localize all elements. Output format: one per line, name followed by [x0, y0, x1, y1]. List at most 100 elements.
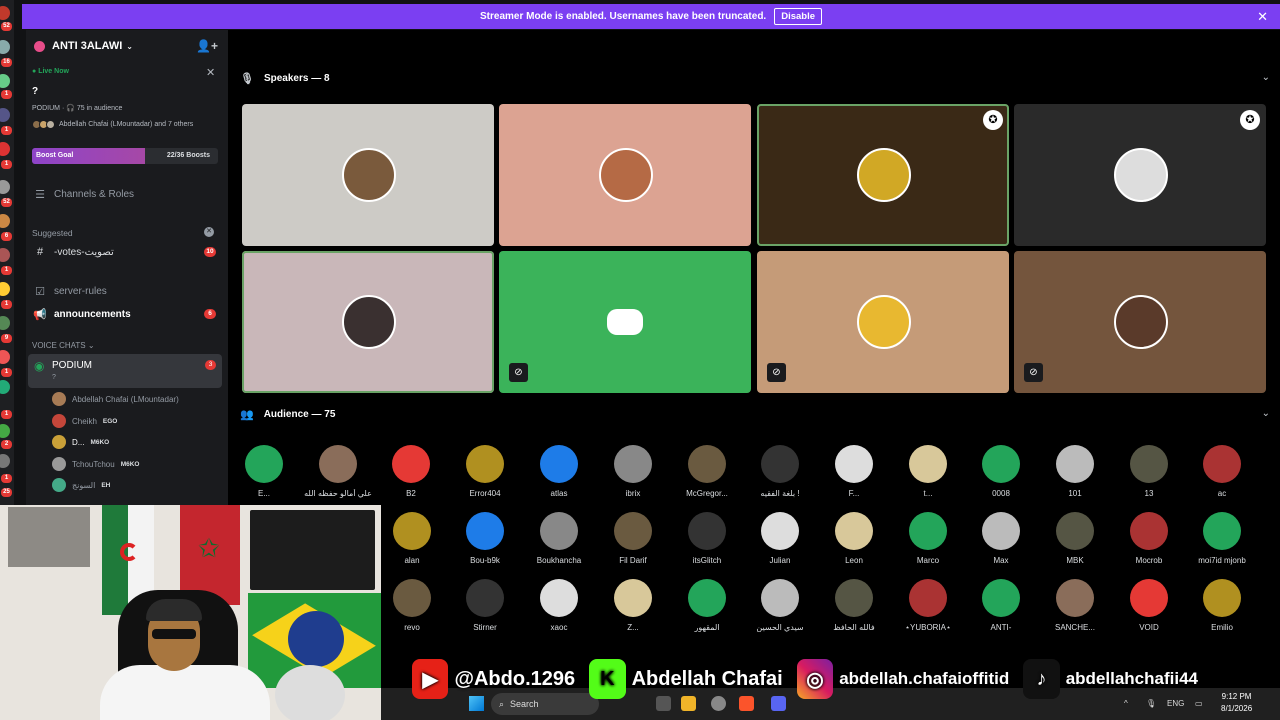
stage-main: 🎙 Speakers — 8 ⌄ ✪ ✪ ⊘ ⊘ ⊘ 👥 Audience — 75… [228, 30, 1280, 720]
speaker-tile[interactable]: ⊘ [499, 251, 751, 393]
server-badge: 52 [1, 22, 12, 31]
audience-member[interactable]: Stirner [449, 579, 521, 641]
audience-member[interactable]: ac [1186, 445, 1258, 507]
audience-member[interactable]: Fil Darif [597, 512, 669, 574]
avatar [52, 435, 66, 449]
voice-user[interactable]: Abdellah Chafai (LMountadar) [52, 391, 179, 407]
server-icon[interactable] [0, 180, 10, 194]
social-overlay: ▶ @Abdo.1296 K Abdellah Chafai ◎ abdella… [412, 656, 1212, 702]
audience-member[interactable]: Leon [818, 512, 890, 574]
audience-member[interactable]: المقهور [671, 579, 743, 641]
audience-member[interactable]: Boukhancha [523, 512, 595, 574]
server-icon[interactable] [0, 214, 10, 228]
server-icon[interactable] [0, 316, 10, 330]
audience-member[interactable]: Max [965, 512, 1037, 574]
server-header[interactable]: ANTI 3ALAWI ⌄ 👤+ [26, 30, 228, 62]
server-icon[interactable] [0, 74, 10, 88]
avatar [1130, 445, 1168, 483]
voice-user[interactable]: Cheikh EGO [52, 413, 117, 429]
audience-member[interactable]: xaoc [523, 579, 595, 641]
close-icon[interactable]: ✕ [204, 227, 214, 237]
close-icon[interactable]: ✕ [206, 66, 215, 79]
hash-icon: # [36, 246, 44, 258]
speaker-tile[interactable]: ⊘ [757, 251, 1009, 393]
audience-member[interactable]: Bou-b9k [449, 512, 521, 574]
audience-member[interactable]: علي أمالو حفظه الله [302, 445, 374, 507]
audience-member[interactable]: بلغة الفقيه ! [744, 445, 816, 507]
channel-server-rules[interactable]: ☑ server-rules [26, 281, 222, 301]
audience-member[interactable]: Mocrob [1113, 512, 1185, 574]
close-icon[interactable]: ✕ [1257, 9, 1268, 25]
avatar [1203, 579, 1241, 617]
audience-member[interactable]: F... [818, 445, 890, 507]
server-icon[interactable] [0, 108, 10, 122]
invite-icon[interactable]: 👤+ [196, 39, 218, 53]
audience-member[interactable]: itsGlitch [671, 512, 743, 574]
speakers-label: Speakers — 8 [263, 73, 330, 84]
audience-member[interactable]: moi7id mjonb [1186, 512, 1258, 574]
audience-member[interactable]: revo [376, 579, 448, 641]
avatar [52, 457, 66, 471]
speaker-tile[interactable] [242, 104, 494, 246]
speaker-tile[interactable]: ✪ [757, 104, 1009, 246]
audience-member[interactable]: VOID [1113, 579, 1185, 641]
server-icon[interactable] [0, 142, 10, 156]
audience-member[interactable]: E... [228, 445, 300, 507]
server-icon[interactable] [0, 350, 10, 364]
audience-member[interactable]: t... [892, 445, 964, 507]
channel-votes[interactable]: # -votes-تصويت 10 [26, 242, 222, 262]
server-icon[interactable] [0, 6, 10, 20]
channels-roles-item[interactable]: ☰ Channels & Roles [26, 184, 222, 204]
server-icon[interactable] [0, 424, 10, 438]
server-icon[interactable] [0, 282, 10, 296]
avatar [52, 414, 66, 428]
audience-member[interactable]: atlas [523, 445, 595, 507]
channel-sidebar: ANTI 3ALAWI ⌄ 👤+ ● Live Now ✕ ? PODIUM · … [26, 30, 228, 505]
kick-icon: K [589, 659, 626, 699]
audience-member[interactable]: MBK [1039, 512, 1111, 574]
audience-member[interactable]: Z... [597, 579, 669, 641]
voice-user[interactable]: TchouTchou M6KO [52, 456, 139, 472]
voice-user[interactable]: D... M6KO [52, 434, 109, 450]
audience-name: Boukhancha [536, 556, 582, 565]
channel-podium[interactable]: ◉ PODIUM ? 3 [28, 354, 222, 388]
server-icon[interactable] [0, 380, 10, 394]
server-icon[interactable] [0, 454, 10, 468]
channel-announcements[interactable]: 📢 announcements 6 [26, 304, 222, 324]
audience-member[interactable]: 101 [1039, 445, 1111, 507]
cap [146, 599, 202, 621]
channel-name: server-rules [54, 285, 107, 297]
audience-member[interactable]: 13 [1113, 445, 1185, 507]
server-icon[interactable] [0, 248, 10, 262]
audience-member[interactable]: 0008 [965, 445, 1037, 507]
boost-goal-bar[interactable]: Boost Goal 22/36 Boosts [32, 148, 218, 164]
crescent-icon [120, 543, 138, 561]
voice-user-name: السونج [72, 480, 96, 490]
speaker-tile[interactable] [242, 251, 494, 393]
audience-member[interactable]: سيدي الحسين [744, 579, 816, 641]
speaker-tile[interactable]: ⊘ [1014, 251, 1266, 393]
audience-member[interactable]: alan [376, 512, 448, 574]
audience-member[interactable]: Marco [892, 512, 964, 574]
voice-chats-header[interactable]: VOICE CHATS ⌄ [32, 341, 95, 350]
audience-member[interactable]: ANTI- [965, 579, 1037, 641]
server-badge: 1 [1, 474, 12, 483]
clock[interactable]: 9:12 PM 8/1/2026 [1221, 691, 1252, 715]
audience-member[interactable]: McGregor... [671, 445, 743, 507]
chevron-down-icon[interactable]: ⌄ [1262, 72, 1270, 83]
audience-member[interactable]: Error404 [449, 445, 521, 507]
audience-member[interactable]: Emilio [1186, 579, 1258, 641]
audience-member[interactable]: Julian [744, 512, 816, 574]
chevron-down-icon[interactable]: ⌄ [1262, 408, 1270, 419]
disable-button[interactable]: Disable [774, 8, 822, 25]
speaker-tile[interactable] [499, 104, 751, 246]
audience-member[interactable]: ⋆YUBORIA⋆ [892, 579, 964, 641]
audience-member[interactable]: فالله الحافظ [818, 579, 890, 641]
audience-member[interactable]: SANCHE... [1039, 579, 1111, 641]
voice-user[interactable]: السونج EH [52, 477, 110, 493]
stage-users[interactable]: Abdellah Chafai (LMountadar) and 7 other… [32, 120, 193, 129]
speaker-tile[interactable]: ✪ [1014, 104, 1266, 246]
server-icon[interactable] [0, 40, 10, 54]
audience-member[interactable]: B2 [375, 445, 447, 507]
audience-member[interactable]: ibrix [597, 445, 669, 507]
